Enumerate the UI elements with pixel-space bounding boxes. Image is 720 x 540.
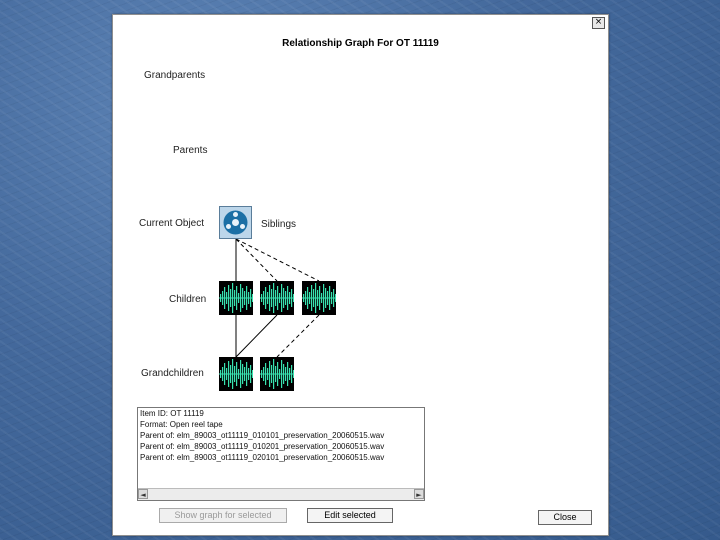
info-line-format: Format: Open reel tape: [140, 420, 223, 429]
scroll-left-icon[interactable]: ◄: [138, 489, 148, 499]
edge-current-to-child-3: [235, 238, 320, 282]
label-children: Children: [169, 294, 207, 305]
edge-current-to-child-2: [235, 238, 278, 282]
info-line-parent-of: Parent of: elm_89003_ot11119_020101_pres…: [140, 453, 385, 462]
object-info-panel[interactable]: Item ID: OT 11119 Format: Open reel tape…: [137, 407, 425, 501]
label-current-object: Current Object: [139, 218, 205, 229]
info-line-parent-of: Parent of: elm_89003_ot11119_010101_pres…: [140, 431, 385, 440]
info-line-item-id: Item ID: OT 11119: [140, 409, 204, 418]
scroll-right-icon[interactable]: ►: [414, 489, 424, 499]
label-grandparents: Grandparents: [144, 70, 206, 81]
edit-selected-button[interactable]: Edit selected: [307, 508, 393, 523]
edge-child-2-to-grandchild-1: [235, 314, 278, 358]
close-button[interactable]: Close: [538, 510, 592, 525]
child-audio-waveform-icon[interactable]: [219, 281, 254, 315]
child-audio-waveform-icon[interactable]: [260, 281, 295, 315]
info-line-parent-of: Parent of: elm_89003_ot11119_010201_pres…: [140, 442, 385, 451]
relationship-graph-dialog: × Relationship Graph For OT 11119 Grandp…: [112, 14, 609, 536]
label-siblings: Siblings: [261, 219, 297, 230]
edge-child-3-to-grandchild-2: [276, 314, 320, 358]
open-reel-tape-icon[interactable]: [219, 206, 252, 239]
horizontal-scrollbar[interactable]: ◄ ►: [138, 488, 424, 500]
child-audio-waveform-icon[interactable]: [302, 281, 337, 315]
grandchild-audio-waveform-icon[interactable]: [260, 357, 295, 391]
label-parents: Parents: [173, 145, 208, 156]
show-graph-for-selected-button[interactable]: Show graph for selected: [159, 508, 287, 523]
grandchild-audio-waveform-icon[interactable]: [219, 357, 254, 391]
label-grandchildren: Grandchildren: [141, 368, 204, 379]
